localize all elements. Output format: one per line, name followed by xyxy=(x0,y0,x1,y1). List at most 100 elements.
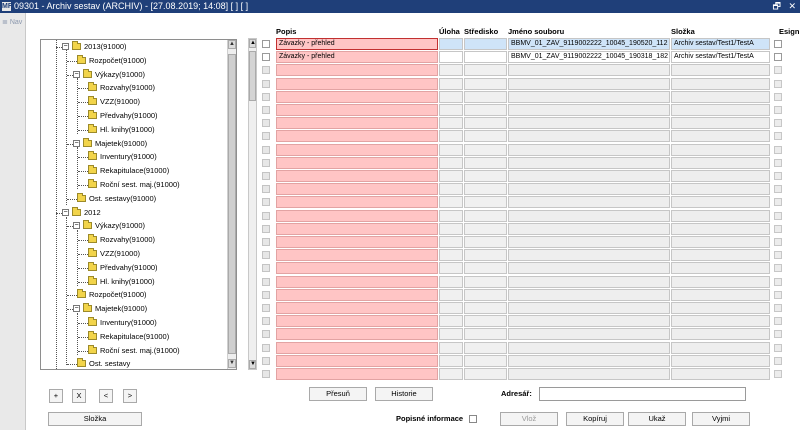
esign-checkbox[interactable] xyxy=(774,370,782,378)
row-select-checkbox[interactable] xyxy=(262,343,270,352)
empty-table-row[interactable] xyxy=(248,90,800,104)
esign-checkbox[interactable] xyxy=(774,172,782,180)
row-select-checkbox[interactable] xyxy=(262,66,270,75)
cell-stredisko[interactable] xyxy=(464,209,507,222)
row-select-checkbox[interactable] xyxy=(262,304,270,312)
cell-popis[interactable] xyxy=(276,143,438,156)
cell-uloha[interactable] xyxy=(439,262,463,275)
cell-slozka[interactable] xyxy=(671,236,770,248)
cell-jmeno[interactable] xyxy=(508,156,670,169)
collapse-icon[interactable]: − xyxy=(73,70,80,78)
row-select-checkbox[interactable] xyxy=(262,106,270,114)
collapse-icon[interactable]: − xyxy=(73,139,80,147)
empty-table-row[interactable] xyxy=(248,222,800,236)
cell-slozka[interactable] xyxy=(671,183,770,196)
cell-stredisko[interactable] xyxy=(464,143,507,156)
cell-uloha[interactable] xyxy=(439,104,463,116)
esign-checkbox[interactable] xyxy=(774,264,782,273)
empty-table-row[interactable] xyxy=(248,117,800,130)
cell-popis[interactable] xyxy=(276,222,438,235)
cell-popis[interactable] xyxy=(276,262,438,275)
row-select-checkbox[interactable] xyxy=(262,198,270,207)
cell-jmeno[interactable] xyxy=(508,64,670,77)
esign-checkbox[interactable] xyxy=(774,304,782,312)
cell-uloha[interactable] xyxy=(439,183,463,196)
cell-stredisko[interactable] xyxy=(464,249,507,262)
empty-table-row[interactable] xyxy=(248,104,800,117)
cell-uloha[interactable] xyxy=(439,196,463,209)
cell-jmeno[interactable] xyxy=(508,104,670,116)
cell-jmeno[interactable] xyxy=(508,288,670,301)
cell-slozka[interactable] xyxy=(671,368,770,380)
cell-uloha[interactable] xyxy=(439,130,463,143)
tree-scroll-thumb[interactable] xyxy=(228,54,236,354)
row-select-checkbox[interactable] xyxy=(262,132,270,141)
tree-scrollbar[interactable]: ▲ ▼ xyxy=(227,40,236,369)
cell-popis[interactable] xyxy=(276,196,438,209)
column-header-popis[interactable]: Popis xyxy=(276,26,296,37)
empty-table-row[interactable] xyxy=(248,341,800,355)
cell-stredisko[interactable] xyxy=(464,275,507,288)
cell-stredisko[interactable] xyxy=(464,222,507,235)
cell-slozka[interactable] xyxy=(671,222,770,235)
cell-jmeno[interactable] xyxy=(508,196,670,209)
cell-popis[interactable] xyxy=(276,90,438,103)
empty-table-row[interactable] xyxy=(248,196,800,209)
cell-jmeno[interactable] xyxy=(508,183,670,196)
grid-scrollbar[interactable]: ▲ ▼ xyxy=(248,38,257,370)
row-select-checkbox[interactable] xyxy=(262,264,270,273)
cell-stredisko[interactable] xyxy=(464,104,507,116)
cell-popis[interactable] xyxy=(276,288,438,301)
cell-stredisko[interactable] xyxy=(464,77,507,90)
historie-button[interactable]: Historie xyxy=(375,387,433,401)
cell-popis[interactable] xyxy=(276,170,438,182)
cell-popis[interactable] xyxy=(276,64,438,77)
row-select-checkbox[interactable] xyxy=(262,53,270,62)
column-header-jmeno[interactable]: Jméno souboru xyxy=(508,26,564,37)
cell-popis[interactable] xyxy=(276,156,438,169)
cell-uloha[interactable] xyxy=(439,275,463,288)
cell-uloha[interactable] xyxy=(439,288,463,301)
cell-slozka[interactable] xyxy=(671,209,770,222)
cell-popis[interactable] xyxy=(276,275,438,288)
empty-table-row[interactable] xyxy=(248,130,800,143)
cell-jmeno[interactable] xyxy=(508,315,670,328)
empty-table-row[interactable] xyxy=(248,64,800,77)
cell-jmeno[interactable] xyxy=(508,262,670,275)
cell-slozka[interactable] xyxy=(671,249,770,262)
cell-uloha[interactable] xyxy=(439,77,463,90)
esign-checkbox[interactable] xyxy=(774,224,782,233)
column-header-slozka[interactable]: Složka xyxy=(671,26,695,37)
row-select-checkbox[interactable] xyxy=(262,119,270,128)
cell-slozka[interactable] xyxy=(671,328,770,341)
cell-jmeno[interactable] xyxy=(508,341,670,354)
esign-checkbox[interactable] xyxy=(774,40,782,48)
cell-popis[interactable] xyxy=(276,77,438,90)
cell-uloha[interactable] xyxy=(439,302,463,314)
cell-uloha[interactable] xyxy=(439,170,463,182)
row-select-checkbox[interactable] xyxy=(262,330,270,339)
cell-jmeno[interactable]: BBMV_01_ZAV_9119002222_10045_190520_112 xyxy=(508,38,670,50)
cell-uloha[interactable] xyxy=(439,236,463,248)
esign-checkbox[interactable] xyxy=(774,145,782,154)
cell-jmeno[interactable] xyxy=(508,302,670,314)
empty-table-row[interactable] xyxy=(248,262,800,275)
cell-popis[interactable] xyxy=(276,368,438,380)
cell-slozka[interactable] xyxy=(671,130,770,143)
cell-jmeno[interactable]: BBMV_01_ZAV_9119002222_10045_190318_182 xyxy=(508,51,670,64)
cell-uloha[interactable] xyxy=(439,328,463,341)
cell-uloha[interactable] xyxy=(439,90,463,103)
nav-toggle[interactable]: ≣ Nav xyxy=(2,18,22,26)
cell-stredisko[interactable] xyxy=(464,236,507,248)
cell-stredisko[interactable] xyxy=(464,368,507,380)
cell-jmeno[interactable] xyxy=(508,354,670,367)
row-select-checkbox[interactable] xyxy=(262,185,270,194)
cell-jmeno[interactable] xyxy=(508,130,670,143)
cell-slozka[interactable] xyxy=(671,77,770,90)
cell-stredisko[interactable] xyxy=(464,341,507,354)
row-select-checkbox[interactable] xyxy=(262,172,270,180)
esign-checkbox[interactable] xyxy=(774,158,782,167)
row-select-checkbox[interactable] xyxy=(262,277,270,286)
cell-uloha[interactable] xyxy=(439,64,463,77)
esign-checkbox[interactable] xyxy=(774,343,782,352)
